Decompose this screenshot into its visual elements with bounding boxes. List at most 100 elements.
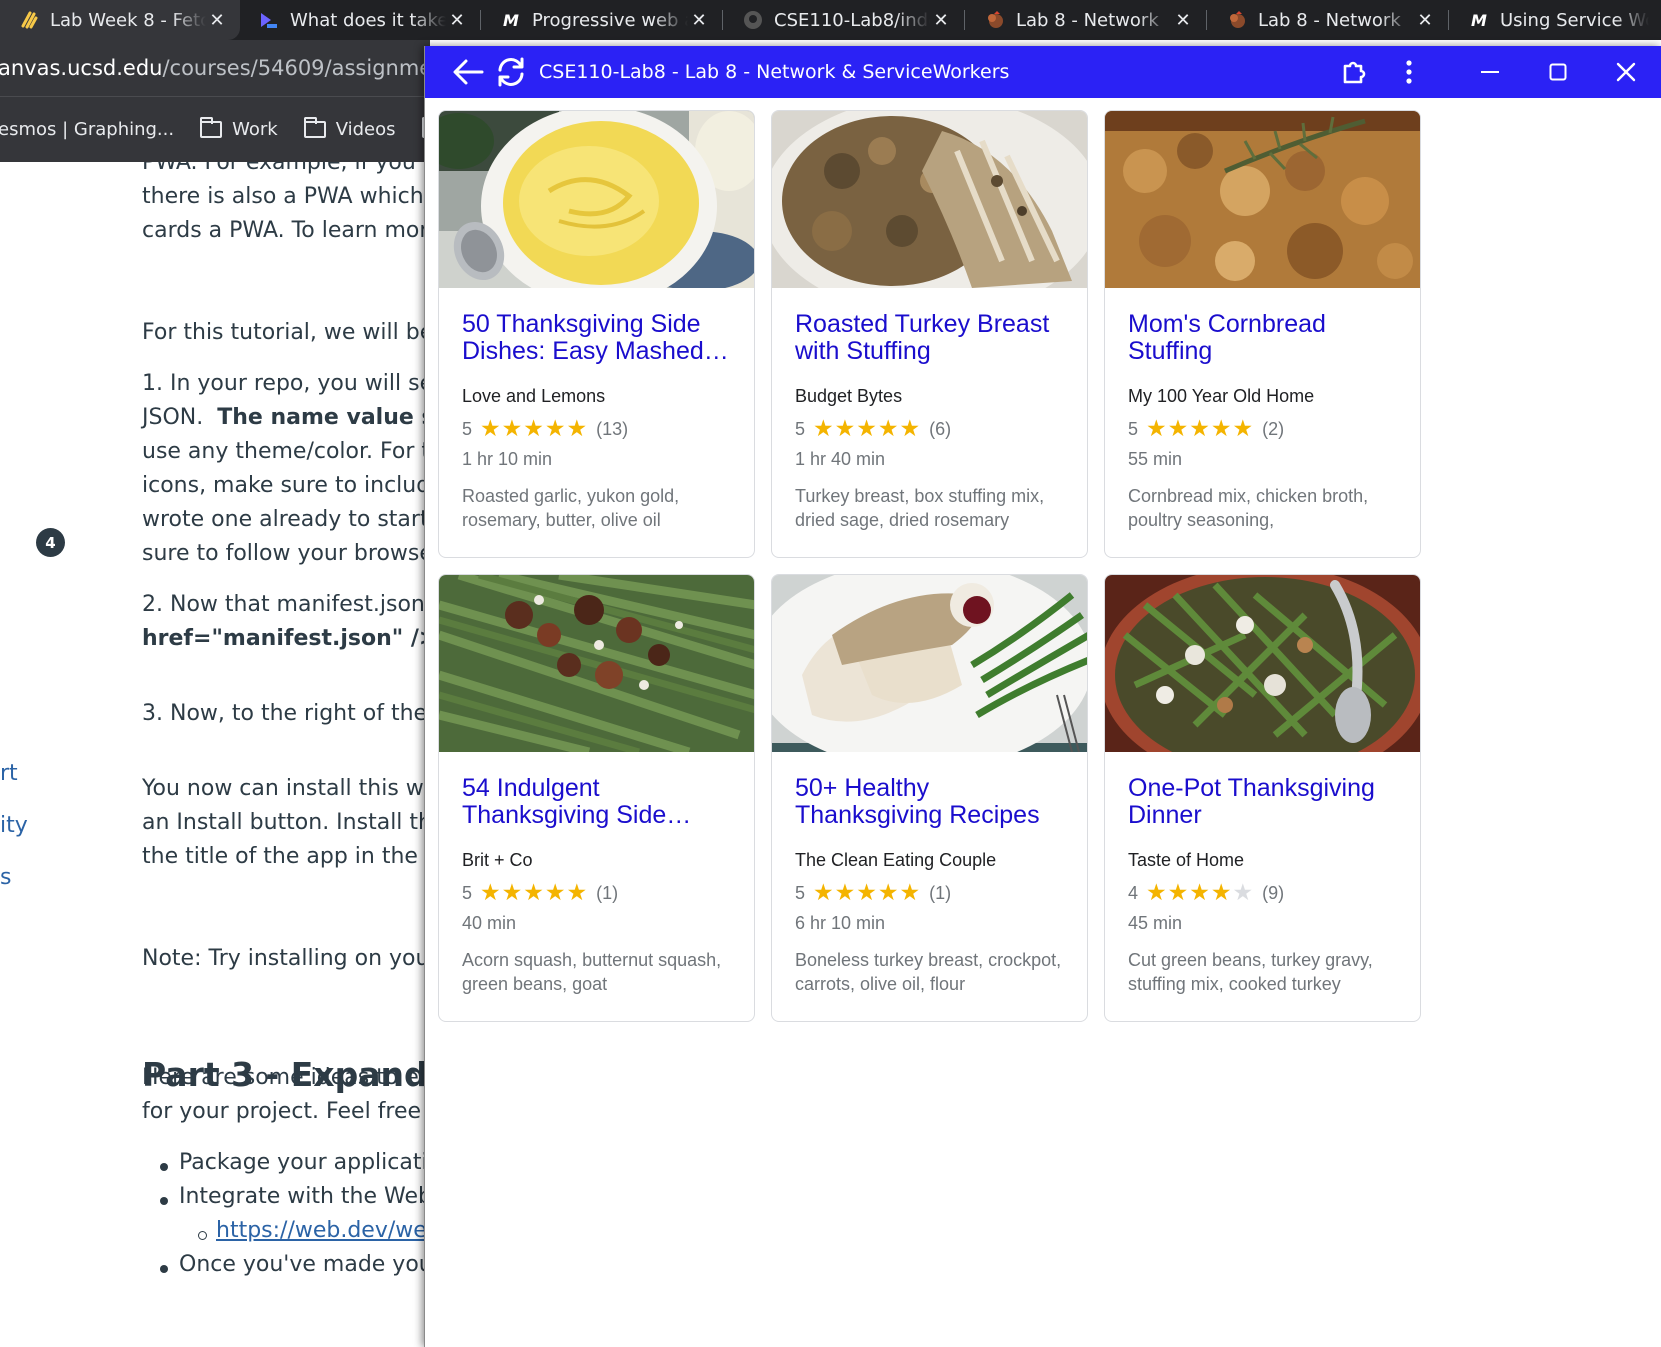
star-icon: ★ bbox=[1146, 416, 1167, 442]
text-line: wrote one already to start i bbox=[142, 507, 430, 532]
tab-lab-8-network-2[interactable]: Lab 8 - Network ✕ bbox=[1208, 0, 1448, 40]
review-count: (2) bbox=[1262, 418, 1285, 439]
recipe-image-turkey-stuffing bbox=[772, 111, 1087, 288]
link-text[interactable]: https://web.dev/we bbox=[216, 1218, 427, 1243]
tab-title: What does it take bbox=[290, 9, 446, 31]
minimize-icon[interactable] bbox=[1467, 46, 1513, 98]
text-line: Here are some ideas to exp bbox=[142, 1065, 430, 1090]
list-item: Integrate with the Web bbox=[179, 1184, 430, 1209]
rating-number: 5 bbox=[462, 882, 473, 903]
close-tab-icon[interactable]: ✕ bbox=[1414, 10, 1436, 31]
recipe-image-mashed-potatoes bbox=[439, 111, 754, 288]
star-icon: ★ bbox=[501, 880, 523, 906]
recipe-ingredients: Turkey breast, box stuffing mix, dried s… bbox=[795, 486, 1045, 530]
tab-lab-week-8[interactable]: Lab Week 8 - Fetch ✕ bbox=[0, 0, 240, 40]
reload-icon[interactable] bbox=[488, 46, 534, 98]
star-icon: ★ bbox=[1232, 880, 1254, 906]
text-line: there is also a PWA which y bbox=[142, 184, 430, 209]
star-icon: ★ bbox=[813, 416, 834, 442]
extensions-icon[interactable] bbox=[1331, 46, 1377, 98]
close-tab-icon[interactable]: ✕ bbox=[688, 10, 710, 31]
recipe-card[interactable]: 50+ Healthy Thanksgiving Recipes The Cle… bbox=[771, 574, 1088, 1022]
bookmark-videos[interactable]: Videos bbox=[303, 117, 396, 140]
maximize-icon[interactable] bbox=[1535, 46, 1581, 98]
url-text[interactable]: anvas.ucsd.edu/courses/54609/assignments… bbox=[0, 56, 485, 80]
text-line: You now can install this we bbox=[142, 776, 430, 801]
tab-title: Progressive web apps bbox=[532, 9, 688, 31]
tab-progressive-web-apps[interactable]: M Progressive web apps ✕ bbox=[482, 0, 722, 40]
recipe-time: 1 hr 10 min bbox=[462, 449, 553, 469]
browser-tab-strip: Lab Week 8 - Fetch ✕ What does it take ✕… bbox=[0, 0, 1661, 40]
recipe-title-link[interactable]: 50+ Healthy Thanksgiving Recipes bbox=[795, 775, 1070, 829]
rating-stars: ★ ★ ★ ★ ★ bbox=[1146, 417, 1254, 441]
rating-number: 4 bbox=[1128, 882, 1139, 903]
star-icon: ★ bbox=[523, 416, 544, 442]
mdn-icon: M bbox=[1471, 10, 1487, 30]
recipe-title-link[interactable]: Roasted Turkey Breast with Stuffing bbox=[795, 311, 1070, 365]
star-icon: ★ bbox=[480, 880, 501, 906]
text-line: 2. Now that manifest.json i bbox=[142, 592, 430, 617]
recipe-card[interactable]: One-Pot Thanksgiving Dinner Taste of Hom… bbox=[1104, 574, 1421, 1022]
tab-what-does-it-take[interactable]: What does it take ✕ bbox=[240, 0, 480, 40]
recipe-title-link[interactable]: One-Pot Thanksgiving Dinner bbox=[1128, 775, 1403, 829]
tab-separator bbox=[964, 10, 965, 30]
tab-separator bbox=[1448, 10, 1449, 30]
recipe-source: The Clean Eating Couple bbox=[795, 850, 997, 870]
text-line: sure to follow your browser bbox=[142, 541, 430, 566]
bookmark-desmos[interactable]: esmos | Graphing... bbox=[0, 119, 174, 140]
close-tab-icon[interactable]: ✕ bbox=[446, 10, 468, 31]
recipe-time: 6 hr 10 min bbox=[795, 913, 886, 933]
app-title: CSE110-Lab8 - Lab 8 - Network & ServiceW… bbox=[539, 61, 1010, 83]
star-icon: ★ bbox=[1232, 416, 1254, 442]
tab-github-lab8[interactable]: CSE110-Lab8/index ✕ bbox=[724, 0, 964, 40]
address-bar[interactable]: anvas.ucsd.edu/courses/54609/assignments… bbox=[0, 40, 485, 96]
close-tab-icon[interactable]: ✕ bbox=[930, 10, 952, 31]
bullet-dot bbox=[160, 1197, 168, 1205]
tab-separator bbox=[722, 10, 723, 30]
tab-separator bbox=[1206, 10, 1207, 30]
star-icon: ★ bbox=[1189, 416, 1210, 442]
text-line: an Install button. Install the bbox=[142, 810, 430, 835]
rating-number: 5 bbox=[462, 418, 473, 439]
recipe-rating: 5 ★ ★ ★ ★ ★ (6) bbox=[795, 417, 951, 441]
close-tab-icon[interactable]: ✕ bbox=[1172, 10, 1194, 31]
star-icon: ★ bbox=[856, 416, 877, 442]
text-line: the title of the app in the sc bbox=[142, 844, 430, 869]
back-arrow-icon[interactable] bbox=[445, 46, 491, 98]
review-count: (6) bbox=[929, 418, 952, 439]
star-icon: ★ bbox=[544, 880, 566, 906]
recipe-card[interactable]: Roasted Turkey Breast with Stuffing Budg… bbox=[771, 110, 1088, 558]
recipe-card[interactable]: Mom's Cornbread Stuffing My 100 Year Old… bbox=[1104, 110, 1421, 558]
star-icon: ★ bbox=[566, 880, 588, 906]
star-icon: ★ bbox=[1167, 880, 1189, 906]
recipe-time: 1 hr 40 min bbox=[795, 449, 886, 469]
recipe-image-green-beans-pecans bbox=[439, 575, 754, 752]
text-line: icons, make sure to include bbox=[142, 473, 430, 498]
sidebar-link[interactable]: s bbox=[0, 865, 11, 890]
recipe-title-link[interactable]: 50 Thanksgiving Side Dishes: Easy Mashed… bbox=[462, 311, 737, 365]
more-options-icon[interactable] bbox=[1386, 46, 1432, 98]
turkey-icon bbox=[984, 9, 1006, 31]
sidebar-link[interactable]: ity bbox=[0, 813, 28, 838]
star-icon: ★ bbox=[877, 416, 899, 442]
close-window-icon[interactable] bbox=[1603, 46, 1649, 98]
text-line: for your project. Feel free t bbox=[142, 1099, 430, 1124]
star-icon: ★ bbox=[834, 416, 856, 442]
close-tab-icon[interactable]: ✕ bbox=[206, 10, 228, 31]
recipe-card[interactable]: 54 Indulgent Thanksgiving Side Dishes Br… bbox=[438, 574, 755, 1022]
recipe-rating: 5 ★ ★ ★ ★ ★ (1) bbox=[462, 881, 618, 905]
recipe-title-link[interactable]: Mom's Cornbread Stuffing bbox=[1128, 311, 1403, 365]
bookmark-work[interactable]: Work bbox=[200, 117, 278, 140]
tab-title: Using Service Workers bbox=[1500, 9, 1649, 31]
star-icon: ★ bbox=[1167, 416, 1189, 442]
recipe-card[interactable]: 50 Thanksgiving Side Dishes: Easy Mashed… bbox=[438, 110, 755, 558]
tab-lab-8-network-1[interactable]: Lab 8 - Network ✕ bbox=[966, 0, 1206, 40]
review-count: (9) bbox=[1262, 882, 1285, 903]
text-line: Note: Try installing on your bbox=[142, 946, 430, 971]
tab-separator bbox=[480, 10, 481, 30]
recipe-title-link[interactable]: 54 Indulgent Thanksgiving Side Dishes bbox=[462, 775, 737, 829]
tab-using-service-workers[interactable]: M Using Service Workers bbox=[1450, 0, 1661, 40]
rating-stars: ★ ★ ★ ★ ★ bbox=[480, 881, 588, 905]
sidebar-link[interactable]: rt bbox=[0, 761, 18, 786]
notification-badge: 4 bbox=[36, 528, 65, 557]
